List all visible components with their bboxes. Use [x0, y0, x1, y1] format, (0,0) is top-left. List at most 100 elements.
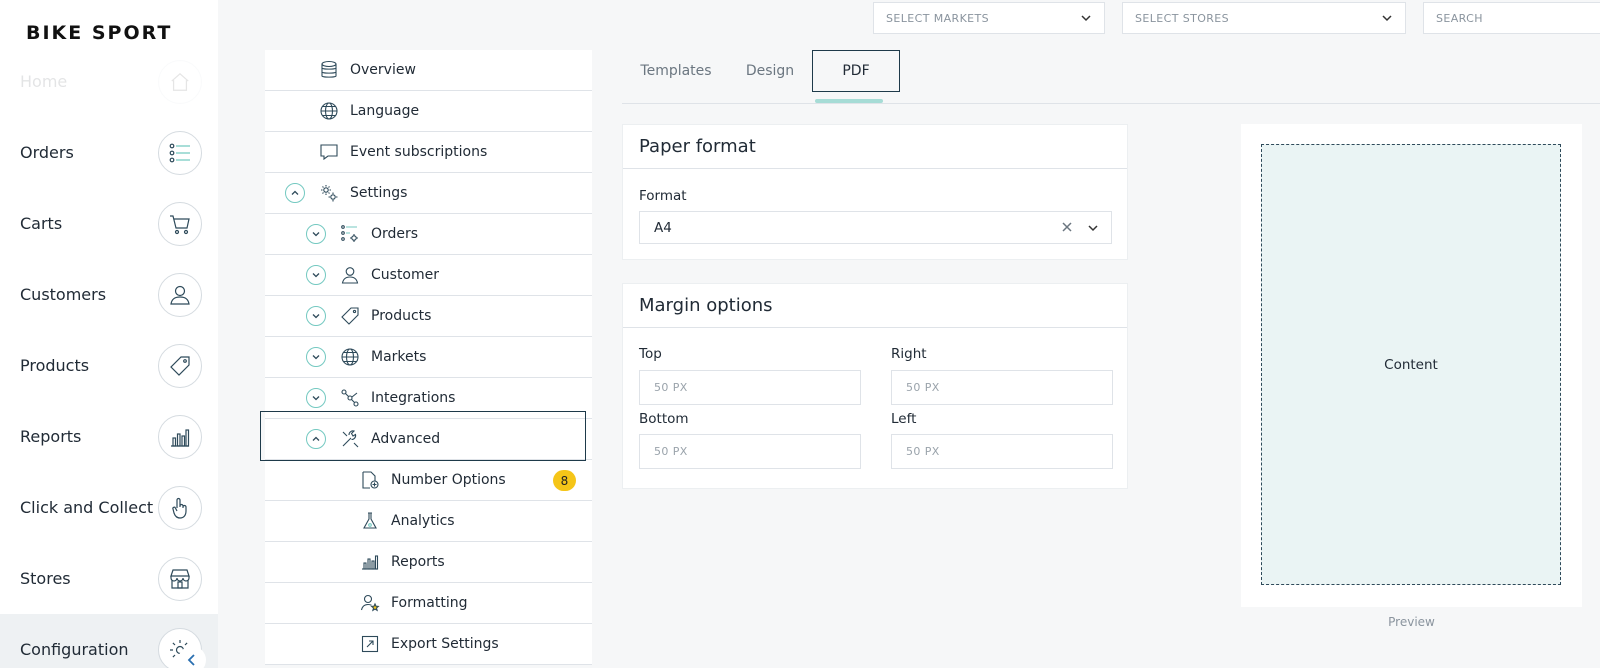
tree-item-number-options[interactable]: Number Options 8	[265, 460, 592, 501]
top-margin-input[interactable]	[639, 370, 861, 405]
tools-icon	[339, 428, 361, 450]
collapse-toggle[interactable]	[306, 429, 326, 449]
format-value: A4	[654, 219, 672, 236]
user-icon	[158, 272, 202, 317]
nav-item-label: Customers	[20, 285, 107, 304]
nav-item-customers[interactable]: Customers	[0, 259, 218, 330]
globe-icon	[318, 100, 340, 122]
tree-item-reports[interactable]: Reports	[265, 542, 592, 583]
tree-item-label: Number Options	[391, 472, 506, 488]
tree-item-label: Integrations	[371, 390, 456, 406]
select-markets-dropdown[interactable]: SELECT MARKETS	[873, 2, 1105, 34]
chevron-down-icon	[312, 232, 320, 237]
format-select[interactable]: A4	[639, 211, 1112, 244]
count-badge: 8	[553, 470, 576, 491]
bottom-margin-label: Bottom	[639, 411, 689, 427]
tree-item-integrations[interactable]: Integrations	[265, 378, 592, 419]
tree-item-label: Analytics	[391, 513, 455, 529]
hand-pointer-icon	[158, 485, 202, 530]
margin-options-title: Margin options	[623, 284, 1127, 328]
bar-chart-icon	[359, 551, 381, 573]
clear-icon[interactable]	[1061, 221, 1073, 233]
tree-item-label: Formatting	[391, 595, 468, 611]
nav-item-reports[interactable]: Reports	[0, 401, 218, 472]
chevron-up-icon	[291, 190, 299, 195]
paper-format-title: Paper format	[623, 125, 1127, 169]
margin-options-card: Margin options Top Right Bottom Left	[622, 283, 1128, 489]
bottom-margin-input[interactable]	[639, 434, 861, 469]
store-icon	[158, 556, 202, 601]
tree-item-analytics[interactable]: Analytics	[265, 501, 592, 542]
tree-item-formatting[interactable]: Formatting	[265, 583, 592, 624]
expand-toggle[interactable]	[306, 306, 326, 326]
bar-chart-icon	[158, 414, 202, 459]
chevron-down-icon	[312, 273, 320, 278]
search-input[interactable]: SEARCH	[1423, 2, 1600, 34]
user-star-icon	[359, 592, 381, 614]
nav-item-label: Products	[20, 356, 90, 375]
nav-item-orders[interactable]: Orders	[0, 117, 218, 188]
home-icon	[158, 59, 202, 104]
tree-item-label: Products	[371, 308, 432, 324]
select-markets-placeholder: SELECT MARKETS	[886, 11, 990, 25]
tree-item-label: Language	[350, 103, 420, 119]
expand-toggle[interactable]	[306, 265, 326, 285]
top-bar: SELECT MARKETS SELECT STORES SEARCH	[218, 0, 1600, 36]
chevron-left-icon	[187, 654, 195, 666]
chevron-down-icon	[312, 396, 320, 401]
paper-format-card: Paper format Format A4	[622, 124, 1128, 260]
left-margin-input[interactable]	[891, 434, 1113, 469]
nav-item-label: Carts	[20, 214, 63, 233]
tab-templates[interactable]: Templates	[622, 50, 730, 92]
select-stores-dropdown[interactable]: SELECT STORES	[1122, 2, 1406, 34]
nav-item-carts[interactable]: Carts	[0, 188, 218, 259]
expand-toggle[interactable]	[306, 224, 326, 244]
settings-gears-icon	[318, 182, 340, 204]
left-nav: BIKE SPORT Home Orders Carts Customers P…	[0, 0, 218, 668]
export-icon	[359, 633, 381, 655]
cart-icon	[158, 201, 202, 246]
preview-caption: Preview	[1388, 615, 1435, 629]
list-gear-icon	[339, 223, 361, 245]
tree-item-advanced[interactable]: Advanced	[265, 419, 592, 460]
tree-item-label: Overview	[350, 62, 416, 78]
tree-item-settings[interactable]: Settings	[265, 173, 592, 214]
tag-icon	[339, 305, 361, 327]
preview-content-label: Content	[1384, 356, 1438, 373]
nav-item-click-and-collect[interactable]: Click and Collect	[0, 472, 218, 543]
tree-item-language[interactable]: Language	[265, 91, 592, 132]
nav-item-label: Home	[20, 72, 68, 91]
collapse-toggle[interactable]	[285, 183, 305, 203]
document-plus-icon	[359, 469, 381, 491]
chevron-down-icon[interactable]	[1087, 222, 1099, 234]
tree-item-orders[interactable]: Orders	[265, 214, 592, 255]
left-margin-label: Left	[891, 411, 917, 427]
nav-item-home[interactable]: Home	[0, 46, 218, 117]
tab-pdf[interactable]: PDF	[812, 50, 900, 92]
tree-item-customer[interactable]: Customer	[265, 255, 592, 296]
tree-item-label: Customer	[371, 267, 440, 283]
globe-icon	[339, 346, 361, 368]
flask-icon	[359, 510, 381, 532]
collapse-sidebar-button[interactable]	[178, 646, 206, 668]
tree-item-overview[interactable]: Overview	[265, 50, 592, 91]
nav-item-stores[interactable]: Stores	[0, 543, 218, 614]
expand-toggle[interactable]	[306, 347, 326, 367]
tree-item-products[interactable]: Products	[265, 296, 592, 337]
tab-design[interactable]: Design	[730, 50, 810, 92]
tree-item-markets[interactable]: Markets	[265, 337, 592, 378]
tree-item-event-subscriptions[interactable]: Event subscriptions	[265, 132, 592, 173]
tab-bar: Templates Design PDF	[622, 50, 1600, 104]
nav-item-label: Stores	[20, 569, 71, 588]
brand-logo[interactable]: BIKE SPORT	[26, 22, 172, 44]
tree-item-label: Advanced	[371, 431, 441, 447]
tree-item-export-settings[interactable]: Export Settings	[265, 624, 592, 665]
expand-toggle[interactable]	[306, 388, 326, 408]
right-margin-input[interactable]	[891, 370, 1113, 405]
nav-item-products[interactable]: Products	[0, 330, 218, 401]
list-icon	[158, 130, 202, 175]
preview-card: Content	[1241, 124, 1582, 607]
chevron-down-icon	[312, 355, 320, 360]
active-tab-indicator	[815, 99, 883, 103]
select-stores-placeholder: SELECT STORES	[1135, 11, 1230, 25]
